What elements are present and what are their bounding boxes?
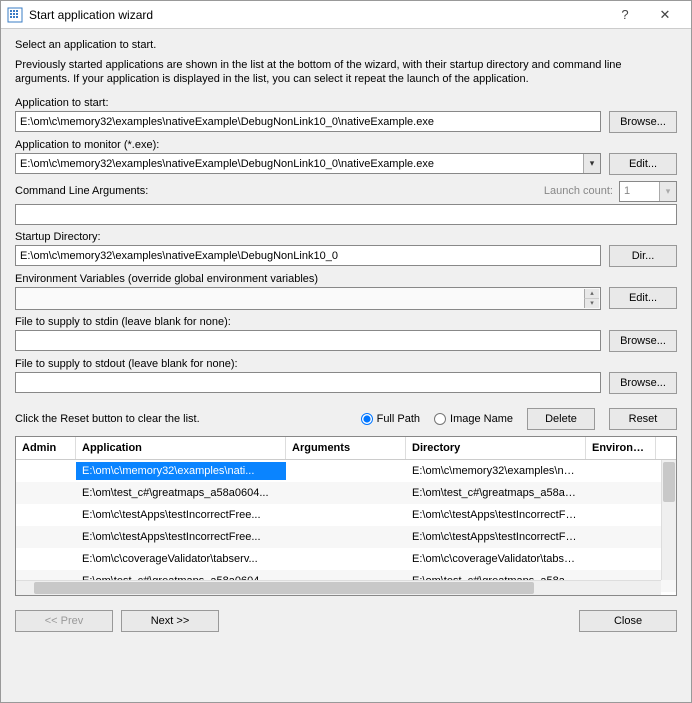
cmd-args-label: Command Line Arguments: (15, 185, 148, 197)
close-icon[interactable]: ✕ (645, 1, 685, 29)
radio-imagename[interactable]: Image Name (434, 413, 513, 425)
browse-stdout-button[interactable]: Browse... (609, 372, 677, 394)
th-directory[interactable]: Directory (406, 437, 586, 459)
delete-button[interactable]: Delete (527, 408, 595, 430)
reset-hint: Click the Reset button to clear the list… (15, 413, 347, 425)
radio-imagename-input[interactable] (434, 413, 446, 425)
th-admin[interactable]: Admin (16, 437, 76, 459)
td-admin (16, 512, 76, 518)
radio-imagename-label: Image Name (450, 413, 513, 425)
intro-text-1: Select an application to start. (15, 39, 677, 51)
radio-fullpath[interactable]: Full Path (361, 413, 420, 425)
wizard-footer: << Prev Next >> Close (15, 606, 677, 632)
content-area: Select an application to start. Previous… (1, 29, 691, 702)
launch-count-chevron-icon[interactable]: ▾ (659, 182, 676, 201)
td-admin (16, 556, 76, 562)
table-row[interactable]: E:\om\c\testApps\testIncorrectFree... E:\… (16, 504, 676, 526)
edit-monitor-button[interactable]: Edit... (609, 153, 677, 175)
td-env (586, 468, 656, 474)
next-button[interactable]: Next >> (121, 610, 219, 632)
table-row[interactable]: E:\om\c\memory32\examples\nati... E:\om\c… (16, 460, 676, 482)
table-row[interactable]: E:\om\test_c#\greatmaps_a58a0604... E:\om… (16, 482, 676, 504)
scroll-thumb-h[interactable] (34, 582, 534, 594)
td-env (586, 556, 656, 562)
stdout-input[interactable] (15, 372, 601, 393)
startup-dir-input[interactable] (15, 245, 601, 266)
radio-fullpath-input[interactable] (361, 413, 373, 425)
td-args (286, 490, 406, 496)
app-to-monitor-input[interactable] (15, 153, 601, 174)
td-admin (16, 490, 76, 496)
table-row[interactable]: E:\om\c\coverageValidator\tabserv... E:\o… (16, 548, 676, 570)
td-env (586, 534, 656, 540)
reset-button[interactable]: Reset (609, 408, 677, 430)
intro-text-2: Previously started applications are show… (15, 59, 677, 87)
app-icon (7, 7, 23, 23)
td-admin (16, 534, 76, 540)
td-app: E:\om\c\coverageValidator\tabserv... (76, 550, 286, 568)
env-spin-icon[interactable]: ▴▾ (584, 289, 599, 308)
help-button[interactable]: ? (605, 1, 645, 29)
radio-fullpath-label: Full Path (377, 413, 420, 425)
app-to-start-input[interactable] (15, 111, 601, 132)
stdin-label: File to supply to stdin (leave blank for… (15, 316, 677, 328)
browse-stdin-button[interactable]: Browse... (609, 330, 677, 352)
app-to-start-label: Application to start: (15, 97, 677, 109)
td-app: E:\om\c\memory32\examples\nati... (76, 462, 286, 480)
th-arguments[interactable]: Arguments (286, 437, 406, 459)
th-application[interactable]: Application (76, 437, 286, 459)
td-app: E:\om\test_c#\greatmaps_a58a0604... (76, 484, 286, 502)
titlebar: Start application wizard ? ✕ (1, 1, 691, 29)
apps-table: Admin Application Arguments Directory En… (15, 436, 677, 596)
td-dir: E:\om\c\testApps\testIncorrectFree... (406, 506, 586, 524)
dialog-window: Start application wizard ? ✕ Select an a… (0, 0, 692, 703)
td-app: E:\om\c\testApps\testIncorrectFree... (76, 528, 286, 546)
window-title: Start application wizard (29, 8, 605, 22)
th-environment[interactable]: Environmer (586, 437, 656, 459)
stdin-input[interactable] (15, 330, 601, 351)
td-env (586, 512, 656, 518)
table-header: Admin Application Arguments Directory En… (16, 437, 676, 460)
chevron-down-icon[interactable]: ▾ (583, 154, 600, 173)
td-args (286, 534, 406, 540)
td-dir: E:\om\c\testApps\testIncorrectFree... (406, 528, 586, 546)
scrollbar-horizontal[interactable] (16, 580, 661, 595)
stdout-label: File to supply to stdout (leave blank fo… (15, 358, 677, 370)
prev-button[interactable]: << Prev (15, 610, 113, 632)
table-body: E:\om\c\memory32\examples\nati... E:\om\c… (16, 460, 676, 595)
scroll-thumb-v[interactable] (663, 462, 675, 502)
dir-button[interactable]: Dir... (609, 245, 677, 267)
env-vars-label: Environment Variables (override global e… (15, 273, 677, 285)
td-env (586, 490, 656, 496)
td-dir: E:\om\test_c#\greatmaps_a58a0604... (406, 484, 586, 502)
cmd-args-input[interactable] (15, 204, 677, 225)
app-to-monitor-label: Application to monitor (*.exe): (15, 139, 677, 151)
browse-app-button[interactable]: Browse... (609, 111, 677, 133)
td-admin (16, 468, 76, 474)
edit-env-button[interactable]: Edit... (609, 287, 677, 309)
launch-count-label: Launch count: (544, 185, 613, 197)
table-row[interactable]: E:\om\c\testApps\testIncorrectFree... E:\… (16, 526, 676, 548)
td-dir: E:\om\c\coverageValidator\tabserv... (406, 550, 586, 568)
scrollbar-vertical[interactable] (661, 460, 676, 580)
td-args (286, 512, 406, 518)
close-button[interactable]: Close (579, 610, 677, 632)
td-app: E:\om\c\testApps\testIncorrectFree... (76, 506, 286, 524)
td-args (286, 556, 406, 562)
env-vars-box[interactable]: ▴▾ (15, 287, 601, 310)
td-dir: E:\om\c\memory32\examples\nati... (406, 462, 586, 480)
td-args (286, 468, 406, 474)
startup-dir-label: Startup Directory: (15, 231, 677, 243)
